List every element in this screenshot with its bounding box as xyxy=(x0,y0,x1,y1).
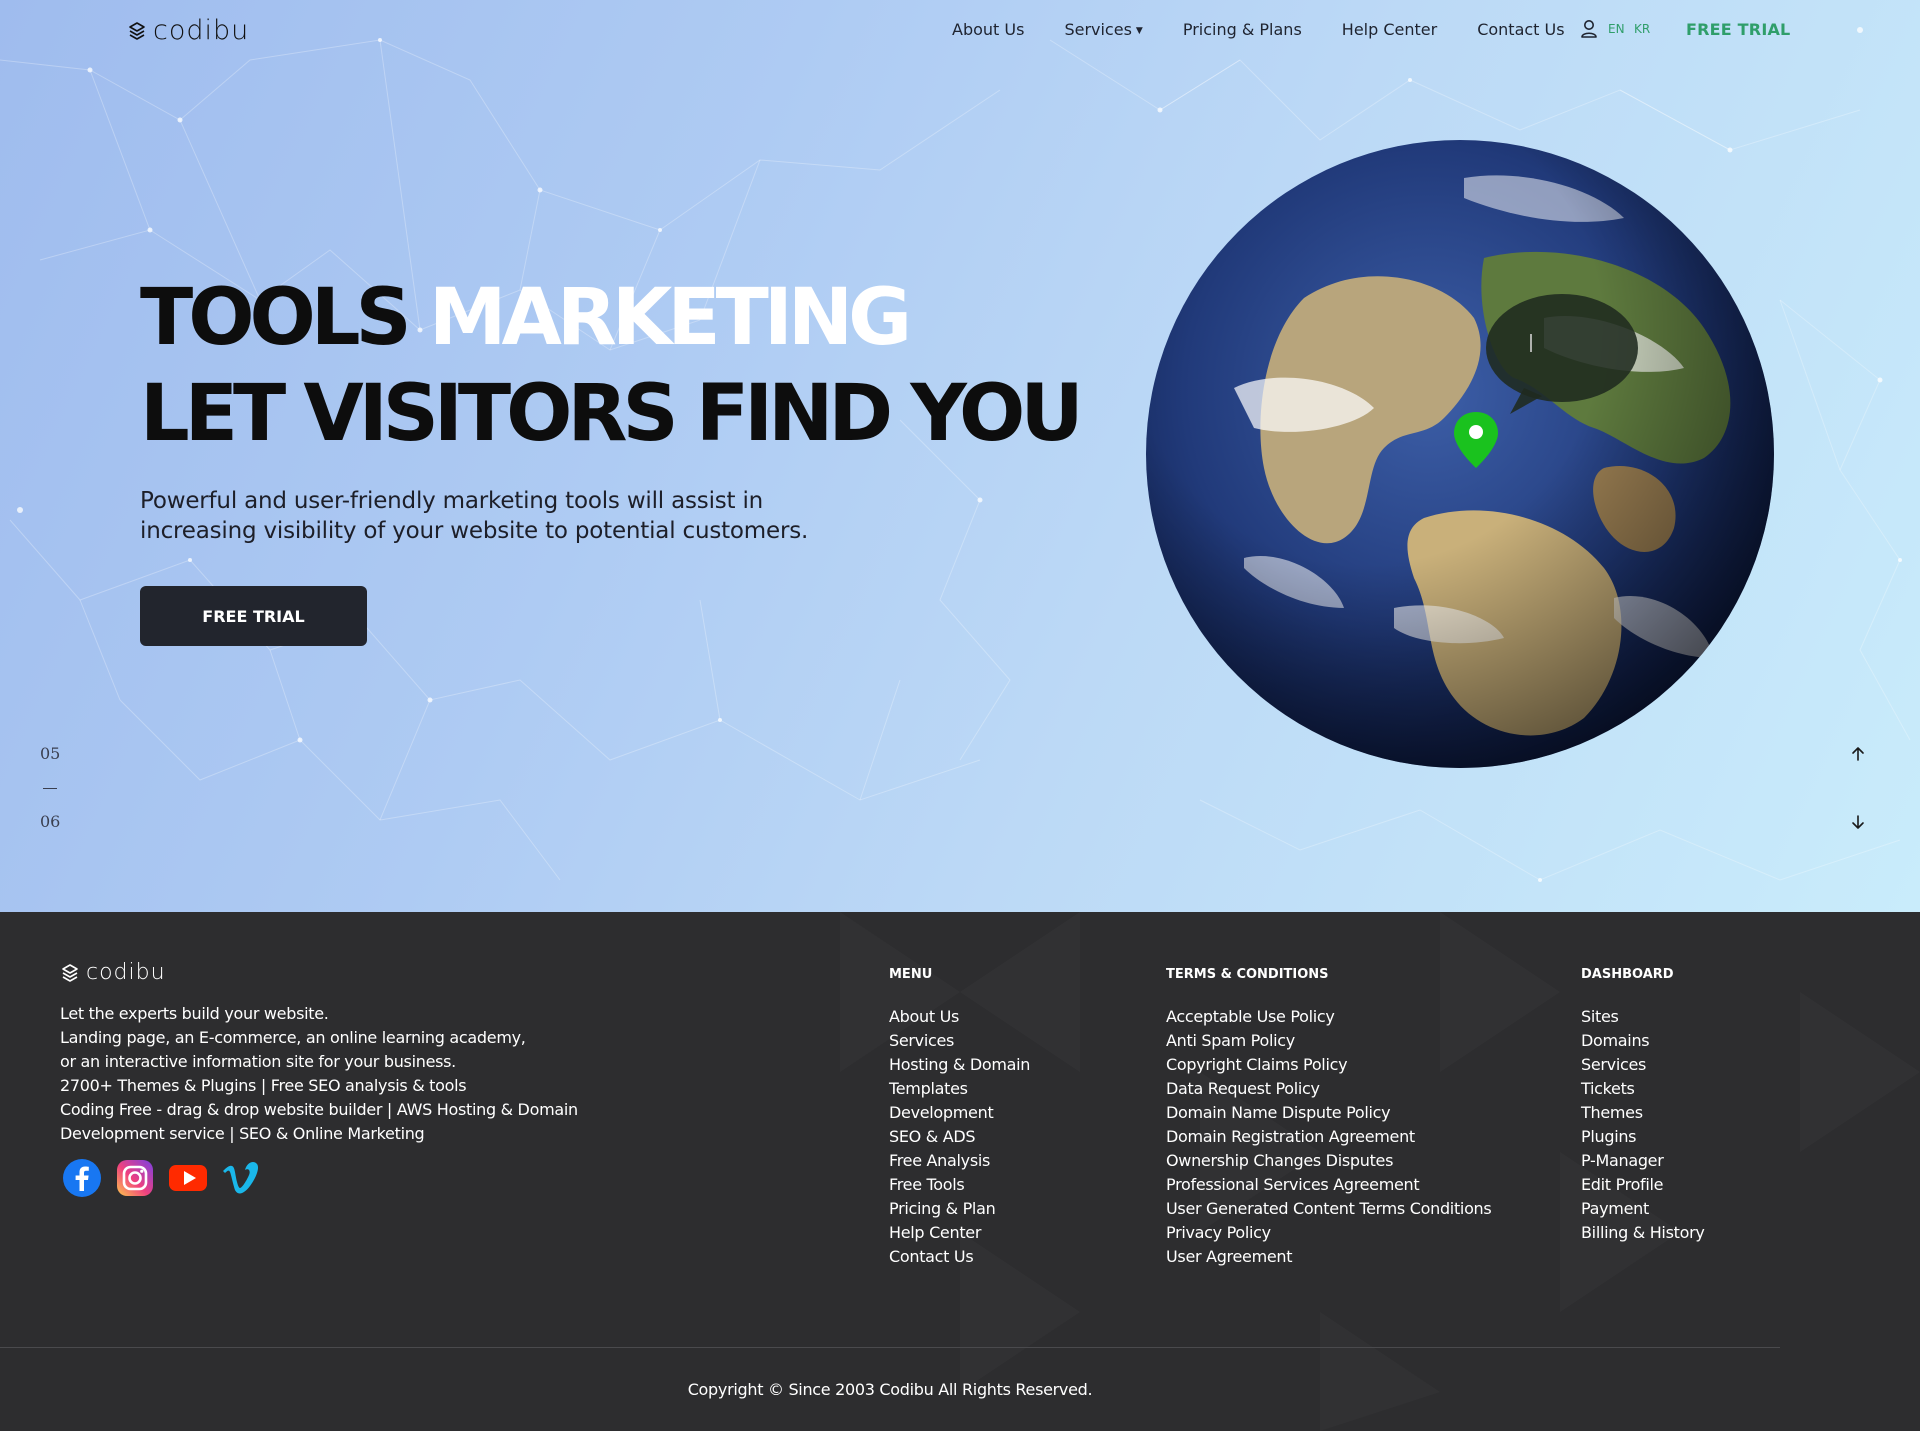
footer-terms-heading: TERMS & CONDITIONS xyxy=(1166,967,1329,982)
footer-link[interactable]: Privacy Policy xyxy=(1166,1221,1491,1245)
footer-link[interactable]: Plugins xyxy=(1581,1125,1705,1149)
nav-services[interactable]: Services ▼ xyxy=(1064,20,1142,39)
language-en[interactable]: EN xyxy=(1608,22,1625,36)
free-trial-button[interactable]: FREE TRIAL xyxy=(140,586,367,646)
footer-link[interactable]: Pricing & Plan xyxy=(889,1197,1030,1221)
hero-subtext: Powerful and user-friendly marketing too… xyxy=(140,488,809,544)
nav-help-center[interactable]: Help Center xyxy=(1342,20,1437,39)
footer-link[interactable]: Ownership Changes Disputes xyxy=(1166,1149,1491,1173)
footer-menu-heading: MENU xyxy=(889,967,933,982)
footer-link[interactable]: Edit Profile xyxy=(1581,1173,1705,1197)
footer-description-line: Coding Free - drag & drop website builde… xyxy=(60,1100,578,1119)
nav-contact-us[interactable]: Contact Us xyxy=(1477,20,1564,39)
nav-services-label: Services xyxy=(1064,20,1132,39)
footer-terms-column: TERMS & CONDITIONS Acceptable Use Policy… xyxy=(1166,967,1492,1269)
nav-free-trial-link[interactable]: FREE TRIAL xyxy=(1686,20,1790,39)
footer-link[interactable]: P-Manager xyxy=(1581,1149,1705,1173)
footer-link[interactable]: Domain Registration Agreement xyxy=(1166,1125,1491,1149)
footer-link[interactable]: Free Tools xyxy=(889,1173,1030,1197)
arrow-down-icon[interactable] xyxy=(1848,812,1868,832)
codibu-logo-icon xyxy=(62,963,78,982)
footer-link[interactable]: Templates xyxy=(889,1077,1030,1101)
footer-link[interactable]: About Us xyxy=(889,1005,1030,1029)
footer-link[interactable]: Themes xyxy=(1581,1101,1705,1125)
slide-separator xyxy=(43,788,57,789)
footer-description-line: Landing page, an E-commerce, an online l… xyxy=(60,1028,526,1047)
instagram-icon[interactable] xyxy=(115,1158,155,1198)
headline-word-marketing: MARKETING xyxy=(428,273,912,363)
footer-link[interactable]: Services xyxy=(1581,1053,1705,1077)
footer-link[interactable]: Tickets xyxy=(1581,1077,1705,1101)
footer-link[interactable]: Domain Name Dispute Policy xyxy=(1166,1101,1491,1125)
footer-divider xyxy=(0,1347,1780,1348)
headline-line-2: LET VISITORS FIND YOU xyxy=(140,369,1084,459)
footer-description-line: or an interactive information site for y… xyxy=(60,1052,456,1071)
footer-link[interactable]: Help Center xyxy=(889,1221,1030,1245)
footer-menu-column: MENU About Us Services Hosting & Domain … xyxy=(889,967,1030,1269)
nav-about-us[interactable]: About Us xyxy=(952,20,1024,39)
main-menu: About Us Services ▼ Pricing & Plans Help … xyxy=(952,20,1605,39)
footer-link[interactable]: Data Request Policy xyxy=(1166,1077,1491,1101)
footer-link[interactable]: Payment xyxy=(1581,1197,1705,1221)
footer-dashboard-column: DASHBOARD Sites Domains Services Tickets… xyxy=(1581,967,1705,1245)
nav-pricing-plans[interactable]: Pricing & Plans xyxy=(1183,20,1302,39)
slide-current-number: 05 xyxy=(40,744,61,763)
youtube-icon[interactable] xyxy=(168,1158,208,1198)
footer-link[interactable]: Billing & History xyxy=(1581,1221,1705,1245)
language-kr[interactable]: KR xyxy=(1634,22,1650,36)
copyright-text: Copyright © Since 2003 Codibu All Rights… xyxy=(687,1380,1093,1399)
earth-globe-illustration xyxy=(1146,140,1774,768)
brand-logo[interactable]: codibu xyxy=(127,15,249,46)
brand-name: codibu xyxy=(153,15,250,46)
footer-link[interactable]: User Agreement xyxy=(1166,1245,1491,1269)
top-navigation: codibu About Us Services ▼ Pricing & Plan… xyxy=(0,0,1920,60)
headline-line-1: TOOLS MARKETING xyxy=(140,270,1079,366)
footer-link[interactable]: Contact Us xyxy=(889,1245,1030,1269)
facebook-icon[interactable] xyxy=(62,1158,102,1198)
footer-brand-logo[interactable]: codibu xyxy=(60,960,166,985)
site-footer: codibu Let the experts build your websit… xyxy=(0,912,1920,1431)
footer-description-line: 2700+ Themes & Plugins | Free SEO analys… xyxy=(60,1076,467,1095)
footer-description: Let the experts build your website. Land… xyxy=(60,1002,578,1146)
hero-section: codibu About Us Services ▼ Pricing & Plan… xyxy=(0,0,1920,912)
footer-link[interactable]: Hosting & Domain xyxy=(889,1053,1030,1077)
footer-dashboard-heading: DASHBOARD xyxy=(1581,967,1674,982)
footer-link[interactable]: Anti Spam Policy xyxy=(1166,1029,1491,1053)
footer-link[interactable]: Professional Services Agreement xyxy=(1166,1173,1491,1197)
footer-link[interactable]: User Generated Content Terms Conditions xyxy=(1166,1197,1492,1221)
caret-down-icon: ▼ xyxy=(1135,25,1143,36)
footer-link[interactable]: Development xyxy=(889,1101,1030,1125)
footer-link[interactable]: Sites xyxy=(1581,1005,1705,1029)
footer-description-line: Let the experts build your website. xyxy=(60,1004,329,1023)
slide-total-number: 06 xyxy=(40,812,61,831)
footer-link[interactable]: Services xyxy=(889,1029,1030,1053)
footer-link[interactable]: Free Analysis xyxy=(889,1149,1030,1173)
hero-headline: TOOLS MARKETING LET VISITORS FIND YOU xyxy=(140,270,1084,462)
vimeo-icon[interactable] xyxy=(220,1158,260,1198)
user-icon[interactable] xyxy=(1580,19,1598,39)
footer-link[interactable]: Copyright Claims Policy xyxy=(1166,1053,1491,1077)
footer-description-line: Development service | SEO & Online Marke… xyxy=(60,1124,425,1143)
codibu-logo-icon xyxy=(129,21,145,40)
headline-word-tools: TOOLS xyxy=(140,273,412,363)
footer-link[interactable]: Acceptable Use Policy xyxy=(1166,1005,1491,1029)
footer-link[interactable]: SEO & ADS xyxy=(889,1125,1030,1149)
arrow-up-icon[interactable] xyxy=(1848,744,1868,764)
footer-link[interactable]: Domains xyxy=(1581,1029,1705,1053)
footer-brand-name: codibu xyxy=(86,960,166,985)
